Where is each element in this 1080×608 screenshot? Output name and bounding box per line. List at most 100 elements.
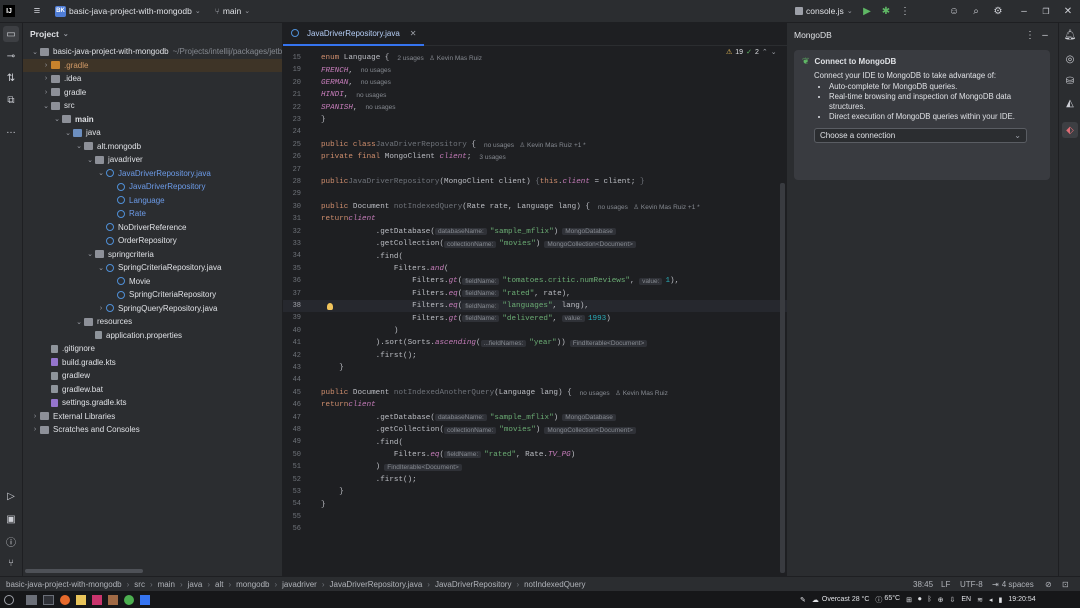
code-line[interactable]: Filters. eq(fieldName: "languages", lang), <box>321 300 589 312</box>
line-number[interactable]: 32 <box>283 228 301 236</box>
tree-item[interactable]: ⌄ main <box>23 113 282 127</box>
tree-item[interactable]: ⌄ springcriteria <box>23 248 282 262</box>
code-line[interactable]: .first(); <box>321 474 417 486</box>
breadcrumb-item[interactable]: JavaDriverRepository.java <box>330 580 423 589</box>
close-tab-icon[interactable]: ✕ <box>410 29 417 38</box>
tree-item[interactable]: Language <box>23 194 282 208</box>
code-line[interactable]: Filters. gt(fieldName: "delivered", value:… <box>321 312 611 324</box>
breadcrumb-item[interactable]: javadriver <box>282 580 317 589</box>
start-menu-icon[interactable] <box>4 594 14 605</box>
line-number[interactable]: 49 <box>283 438 301 446</box>
horizontal-scrollbar[interactable] <box>25 569 143 573</box>
line-number[interactable]: 22 <box>283 104 301 112</box>
line-number[interactable]: 51 <box>283 463 301 471</box>
line-number[interactable]: 52 <box>283 476 301 484</box>
chevron-down-icon[interactable]: ⌄ <box>30 48 40 56</box>
intellij-app-icon[interactable] <box>140 594 150 605</box>
line-number[interactable]: 26 <box>283 153 301 161</box>
line-number[interactable]: 20 <box>283 79 301 87</box>
line-number[interactable]: 50 <box>283 451 301 459</box>
record-icon[interactable]: ⏺ <box>918 596 922 604</box>
terminal-icon[interactable]: ▣ <box>3 511 19 527</box>
chevron-right-icon[interactable]: › <box>41 62 51 69</box>
tree-item[interactable]: Movie <box>23 275 282 289</box>
line-number[interactable]: 48 <box>283 426 301 434</box>
line-number[interactable]: 38 <box>283 302 301 310</box>
tree-item[interactable]: gradlew.bat <box>23 383 282 397</box>
tree-item[interactable]: ⌄ src <box>23 99 282 113</box>
line-number[interactable]: 55 <box>283 513 301 521</box>
gradle-icon[interactable]: ◭ <box>1062 95 1078 111</box>
line-number[interactable]: 37 <box>283 290 301 298</box>
code-line[interactable]: .first(); <box>321 350 417 362</box>
tree-item[interactable]: NoDriverReference <box>23 221 282 235</box>
ai-assistant-icon[interactable]: ◎ <box>1062 51 1078 67</box>
chevron-down-icon[interactable]: ⌄ <box>74 318 84 326</box>
tree-item[interactable]: Rate <box>23 207 282 221</box>
code-line[interactable]: } <box>321 498 326 510</box>
bluetooth-icon[interactable]: ᛒ <box>927 596 931 603</box>
chevron-right-icon[interactable]: › <box>96 305 106 312</box>
tree-item[interactable]: SpringCriteriaRepository <box>23 288 282 302</box>
branch-switcher[interactable]: ⑂ main ⌄ <box>215 6 250 16</box>
line-number[interactable]: 56 <box>283 525 301 533</box>
code-line[interactable]: .find( <box>321 436 403 448</box>
line-number[interactable]: 39 <box>283 314 301 322</box>
mongodb-tool-icon[interactable]: ⬖ <box>1062 122 1078 138</box>
code-line[interactable]: enum Language {2 usages ♙ Kevin Mas Ruiz <box>321 52 482 64</box>
jetbrains-app-icon[interactable] <box>92 594 102 605</box>
line-number[interactable]: 31 <box>283 215 301 223</box>
code-line[interactable]: } <box>321 362 344 374</box>
notes-app-icon[interactable] <box>76 594 86 605</box>
structure-icon[interactable]: ⧉ <box>3 92 19 108</box>
line-number[interactable]: 40 <box>283 327 301 335</box>
line-number[interactable]: 34 <box>283 252 301 260</box>
updates-icon[interactable]: ⇩ <box>950 596 956 604</box>
breadcrumb-item[interactable]: alt <box>215 580 223 589</box>
code-line[interactable]: Filters. and( <box>321 263 449 275</box>
tree-item[interactable]: gradlew <box>23 369 282 383</box>
line-number[interactable]: 41 <box>283 339 301 347</box>
tree-item[interactable]: › External Libraries <box>23 410 282 424</box>
code-line[interactable]: Filters. eq(fieldName: "rated", rate), <box>321 288 571 300</box>
problems-icon[interactable]: ⓘ <box>3 533 19 549</box>
archive-app-icon[interactable] <box>108 594 118 605</box>
code-line[interactable]: public class JavaDriverRepository {no us… <box>321 139 586 151</box>
run-icon[interactable]: ▶ <box>859 3 875 19</box>
line-number[interactable]: 28 <box>283 178 301 186</box>
code-area[interactable]: 15 enum Language {2 usages ♙ Kevin Mas Ru… <box>283 46 787 576</box>
tree-item[interactable]: ⌄ SpringCriteriaRepository.java <box>23 261 282 275</box>
chevron-right-icon[interactable]: › <box>30 413 40 420</box>
line-number[interactable]: 27 <box>283 166 301 174</box>
code-line[interactable]: private final MongoClient client; 3 usage… <box>321 151 506 163</box>
database-icon[interactable]: ⛁ <box>1062 73 1078 89</box>
code-line[interactable]: } <box>321 114 326 126</box>
line-number[interactable]: 23 <box>283 116 301 124</box>
close-icon[interactable]: ✕ <box>1060 3 1076 19</box>
code-line[interactable]: .getCollection(collectionName: "movies") M… <box>321 238 636 250</box>
chevron-down-icon[interactable]: ⌄ <box>41 102 51 110</box>
vpn-icon[interactable]: ⊕ <box>938 596 944 604</box>
breadcrumb-item[interactable]: JavaDriverRepository <box>435 580 511 589</box>
code-line[interactable]: .find( <box>321 250 403 262</box>
chevron-down-icon[interactable]: ⌄ <box>52 115 62 123</box>
code-line[interactable]: GERMAN, no usages <box>321 77 391 89</box>
code-line[interactable]: HINDI, no usages <box>321 89 386 101</box>
code-line[interactable]: .getDatabase(databaseName: "sample_mflix"… <box>321 226 616 238</box>
tree-item[interactable]: ⌄ alt.mongodb <box>23 140 282 154</box>
line-number[interactable]: 43 <box>283 364 301 372</box>
line-number[interactable]: 45 <box>283 389 301 397</box>
code-line[interactable]: SPANISH, no usages <box>321 102 395 114</box>
services-icon[interactable]: ▷ <box>3 488 19 504</box>
code-line[interactable]: FRENCH, no usages <box>321 64 391 76</box>
clock[interactable]: 19:20:54 <box>1008 596 1035 603</box>
tree-item[interactable]: › gradle <box>23 86 282 100</box>
more-options-icon[interactable]: ⋮ <box>1022 27 1038 43</box>
volume-icon[interactable]: ◂ <box>989 596 993 604</box>
settings-icon[interactable]: ⚙ <box>990 3 1006 19</box>
tree-item[interactable]: › Scratches and Consoles <box>23 423 282 437</box>
code-line[interactable]: ) <box>321 325 399 337</box>
pull-requests-icon[interactable]: ⇅ <box>3 70 19 86</box>
project-switcher[interactable]: BK basic-java-project-with-mongodb ⌄ <box>55 5 201 17</box>
tree-item[interactable]: build.gradle.kts <box>23 356 282 370</box>
